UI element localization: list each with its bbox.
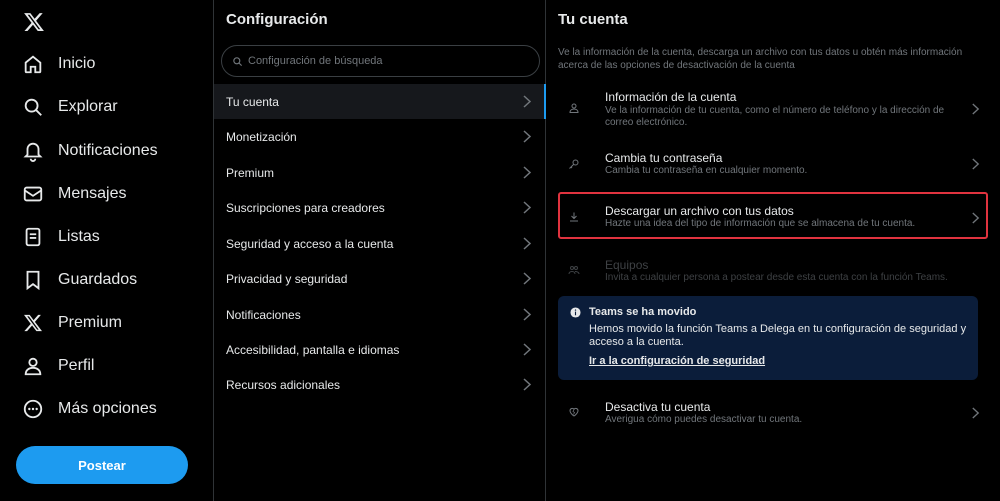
nav-item-label: Notificaciones bbox=[58, 142, 158, 159]
nav-item-label: Listas bbox=[58, 228, 100, 245]
chevron-right-icon bbox=[523, 343, 532, 356]
row-description: Averigua cómo puedes desactivar tu cuent… bbox=[605, 414, 803, 425]
bookmark-icon bbox=[20, 267, 46, 293]
more-circle-icon bbox=[20, 396, 46, 422]
row-equipos: Equipos Invita a cualquier persona a pos… bbox=[558, 256, 988, 288]
chevron-right-icon bbox=[523, 272, 532, 285]
nav-item-label: Más opciones bbox=[58, 400, 157, 417]
nav-item-explorar[interactable]: Explorar bbox=[20, 89, 118, 125]
menu-item-label: Accesibilidad, pantalla e idiomas bbox=[226, 342, 400, 357]
nav-item-label: Mensajes bbox=[58, 185, 127, 202]
menu-item-suscripciones[interactable]: Suscripciones para creadores bbox=[214, 190, 546, 225]
menu-item-label: Privacidad y seguridad bbox=[226, 271, 348, 286]
user-icon bbox=[569, 103, 579, 113]
menu-item-notificaciones[interactable]: Notificaciones bbox=[214, 297, 546, 332]
notice-body: Hemos movido la función Teams a Delega e… bbox=[589, 323, 967, 348]
security-settings-link[interactable]: Ir a la configuración de seguridad bbox=[589, 355, 765, 367]
search-icon bbox=[20, 94, 46, 120]
settings-column: Configuración Tu cuenta Monetización Pre… bbox=[213, 0, 546, 501]
search-icon bbox=[232, 55, 244, 67]
menu-item-label: Premium bbox=[226, 165, 275, 180]
row-cambia-contrasena[interactable]: Cambia tu contraseña Cambia tu contraseñ… bbox=[558, 148, 988, 182]
row-informacion-cuenta[interactable]: Información de la cuenta Ve la informaci… bbox=[558, 88, 988, 132]
nav-item-premium[interactable]: Premium bbox=[20, 305, 122, 341]
row-description: Invita a cualquier persona a postear des… bbox=[605, 272, 948, 283]
list-icon bbox=[20, 224, 46, 250]
row-description: Ve la información de tu cuenta, como el … bbox=[605, 105, 945, 128]
menu-item-label: Monetización bbox=[226, 129, 297, 144]
chevron-right-icon bbox=[523, 201, 532, 214]
row-title: Equipos bbox=[605, 258, 649, 272]
nav-item-label: Inicio bbox=[58, 55, 96, 72]
account-title: Tu cuenta bbox=[558, 11, 628, 28]
highlight-box bbox=[558, 192, 988, 239]
menu-item-label: Suscripciones para creadores bbox=[226, 200, 385, 215]
left-nav: Inicio Explorar Notificaciones Mensajes … bbox=[0, 0, 213, 501]
menu-item-label: Tu cuenta bbox=[226, 94, 279, 109]
x-logo-icon bbox=[20, 310, 46, 336]
broken-heart-icon bbox=[569, 407, 579, 417]
nav-item-inicio[interactable]: Inicio bbox=[20, 46, 95, 82]
bell-icon bbox=[20, 138, 46, 164]
nav-item-label: Explorar bbox=[58, 98, 118, 115]
chevron-right-icon bbox=[972, 158, 980, 170]
team-icon bbox=[568, 266, 580, 275]
row-description: Cambia tu contraseña en cualquier moment… bbox=[605, 165, 808, 176]
nav-item-label: Guardados bbox=[58, 271, 138, 288]
x-logo-icon[interactable] bbox=[20, 8, 48, 36]
teams-notice: Teams se ha movido Hemos movido la funci… bbox=[558, 296, 978, 380]
settings-title: Configuración bbox=[226, 11, 328, 28]
nav-item-label: Perfil bbox=[58, 357, 95, 374]
chevron-right-icon bbox=[523, 166, 532, 179]
chevron-right-icon bbox=[523, 378, 532, 391]
nav-item-perfil[interactable]: Perfil bbox=[20, 348, 94, 384]
menu-item-premium[interactable]: Premium bbox=[214, 155, 546, 190]
chevron-right-icon bbox=[523, 95, 532, 108]
nav-item-notificaciones[interactable]: Notificaciones bbox=[20, 133, 158, 169]
settings-search[interactable] bbox=[221, 45, 540, 77]
home-icon bbox=[20, 51, 46, 77]
nav-item-listas[interactable]: Listas bbox=[20, 219, 100, 255]
menu-item-accesibilidad[interactable]: Accesibilidad, pantalla e idiomas bbox=[214, 332, 546, 367]
menu-item-tu-cuenta[interactable]: Tu cuenta bbox=[214, 84, 546, 119]
menu-item-privacidad[interactable]: Privacidad y seguridad bbox=[214, 261, 546, 296]
menu-item-recursos[interactable]: Recursos adicionales bbox=[214, 367, 546, 402]
envelope-icon bbox=[20, 181, 46, 207]
chevron-right-icon bbox=[972, 407, 980, 419]
chevron-right-icon bbox=[972, 103, 980, 115]
menu-item-label: Recursos adicionales bbox=[226, 377, 341, 392]
chevron-right-icon bbox=[523, 130, 532, 143]
nav-item-mas-opciones[interactable]: Más opciones bbox=[20, 391, 157, 427]
account-intro: Ve la información de la cuenta, descarga… bbox=[558, 47, 963, 71]
chevron-right-icon bbox=[523, 308, 532, 321]
menu-item-seguridad-acceso[interactable]: Seguridad y acceso a la cuenta bbox=[214, 226, 546, 261]
search-input[interactable] bbox=[248, 55, 528, 67]
row-title: Desactiva tu cuenta bbox=[605, 400, 711, 414]
account-column: Tu cuenta Ve la información de la cuenta… bbox=[546, 0, 1000, 501]
row-desactiva-cuenta[interactable]: Desactiva tu cuenta Averigua cómo puedes… bbox=[558, 398, 988, 430]
nav-item-mensajes[interactable]: Mensajes bbox=[20, 176, 126, 212]
nav-item-guardados[interactable]: Guardados bbox=[20, 262, 137, 298]
user-icon bbox=[20, 353, 46, 379]
menu-item-monetizacion[interactable]: Monetización bbox=[214, 119, 546, 154]
key-icon bbox=[569, 159, 579, 169]
notice-title: Teams se ha movido bbox=[589, 306, 697, 318]
chevron-right-icon bbox=[523, 237, 532, 250]
menu-item-label: Notificaciones bbox=[226, 307, 301, 322]
info-icon bbox=[570, 307, 581, 318]
nav-item-label: Premium bbox=[58, 314, 123, 331]
row-title: Cambia tu contraseña bbox=[605, 151, 723, 165]
post-button[interactable]: Postear bbox=[16, 446, 188, 484]
menu-item-label: Seguridad y acceso a la cuenta bbox=[226, 236, 394, 251]
row-title: Información de la cuenta bbox=[605, 90, 737, 104]
